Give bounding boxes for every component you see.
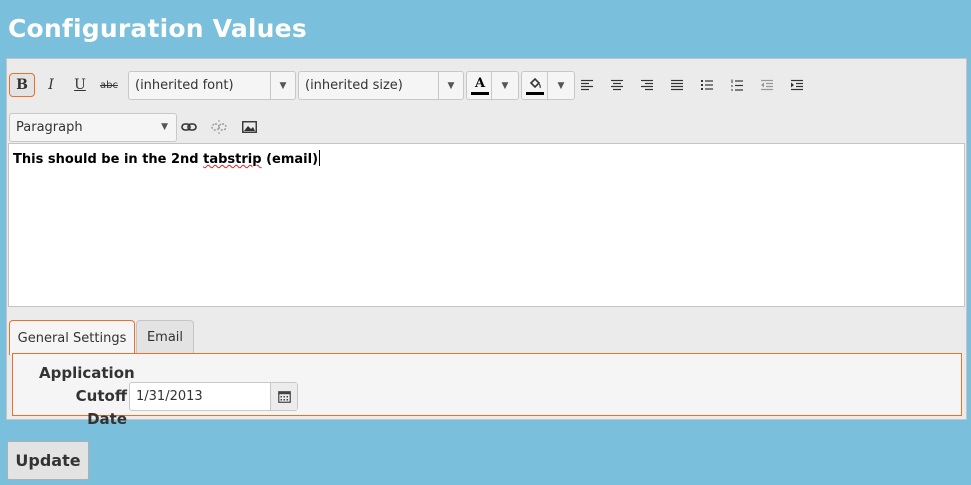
unlink-button[interactable] bbox=[206, 115, 232, 139]
calendar-icon[interactable] bbox=[270, 383, 297, 410]
page-title: Configuration Values bbox=[8, 14, 307, 43]
text-caret bbox=[319, 150, 321, 166]
font-color-picker[interactable]: A ▼ bbox=[466, 71, 519, 100]
font-size-value: (inherited size) bbox=[305, 78, 403, 93]
tab-email[interactable]: Email bbox=[136, 320, 194, 354]
justify-button[interactable] bbox=[664, 73, 690, 97]
font-name-dropdown[interactable]: (inherited font) ▼ bbox=[128, 71, 296, 100]
align-left-button[interactable] bbox=[574, 73, 600, 97]
chevron-down-icon: ▼ bbox=[438, 72, 463, 99]
editor-content-area[interactable]: This should be in the 2nd tabstrip (emai… bbox=[8, 143, 965, 307]
cutoff-date-input[interactable] bbox=[130, 383, 272, 410]
underline-icon: U bbox=[74, 77, 86, 93]
tab-general-settings[interactable]: General Settings bbox=[9, 320, 135, 355]
cutoff-date-label: Application Cutoff Date bbox=[39, 364, 135, 428]
strikethrough-button[interactable]: abc bbox=[96, 73, 122, 97]
justify-icon bbox=[671, 79, 683, 91]
misspelled-word: tabstrip bbox=[203, 152, 262, 167]
font-color-icon: A bbox=[467, 72, 493, 99]
update-button[interactable]: Update bbox=[7, 441, 89, 480]
general-settings-panel: Application Cutoff Date bbox=[12, 353, 962, 428]
align-center-button[interactable] bbox=[604, 73, 630, 97]
numbered-list-icon bbox=[731, 79, 743, 91]
editor-text-segment: (email) bbox=[261, 152, 319, 167]
underline-button[interactable]: U bbox=[67, 73, 93, 97]
chevron-down-icon: ▼ bbox=[547, 72, 574, 99]
background-color-icon bbox=[522, 72, 548, 99]
font-name-value: (inherited font) bbox=[135, 78, 234, 93]
insert-link-button[interactable] bbox=[176, 115, 202, 139]
align-right-button[interactable] bbox=[634, 73, 660, 97]
format-block-dropdown[interactable]: Paragraph ▼ bbox=[9, 113, 177, 142]
italic-button[interactable]: I bbox=[38, 73, 64, 97]
editor-text[interactable]: This should be in the 2nd tabstrip (emai… bbox=[13, 150, 321, 167]
outdent-button[interactable] bbox=[754, 73, 780, 97]
tab-label: Email bbox=[146, 330, 184, 345]
cutoff-date-picker[interactable] bbox=[129, 382, 298, 411]
bold-button[interactable]: B bbox=[9, 73, 35, 97]
align-left-icon bbox=[581, 79, 593, 91]
tab-label: General Settings bbox=[17, 330, 127, 346]
insert-image-button[interactable] bbox=[236, 115, 262, 139]
bold-icon: B bbox=[16, 77, 28, 93]
strikethrough-icon: abc bbox=[100, 79, 118, 91]
numbered-list-button[interactable] bbox=[724, 73, 750, 97]
unlink-icon bbox=[211, 120, 227, 134]
outdent-icon bbox=[761, 79, 773, 91]
indent-icon bbox=[791, 79, 803, 91]
italic-icon: I bbox=[48, 77, 54, 93]
chevron-down-icon: ▼ bbox=[161, 122, 168, 132]
link-icon bbox=[181, 123, 197, 131]
chevron-down-icon: ▼ bbox=[491, 72, 518, 99]
chevron-down-icon: ▼ bbox=[270, 72, 295, 99]
editor-text-segment: This should be in the 2nd bbox=[13, 152, 204, 167]
align-right-icon bbox=[641, 79, 653, 91]
indent-button[interactable] bbox=[784, 73, 810, 97]
align-center-icon bbox=[611, 79, 623, 91]
format-block-value: Paragraph bbox=[16, 120, 83, 135]
background-color-picker[interactable]: ▼ bbox=[521, 71, 575, 100]
bullet-list-icon bbox=[701, 80, 713, 90]
font-size-dropdown[interactable]: (inherited size) ▼ bbox=[298, 71, 464, 100]
bullet-list-button[interactable] bbox=[694, 73, 720, 97]
image-icon bbox=[241, 121, 257, 133]
